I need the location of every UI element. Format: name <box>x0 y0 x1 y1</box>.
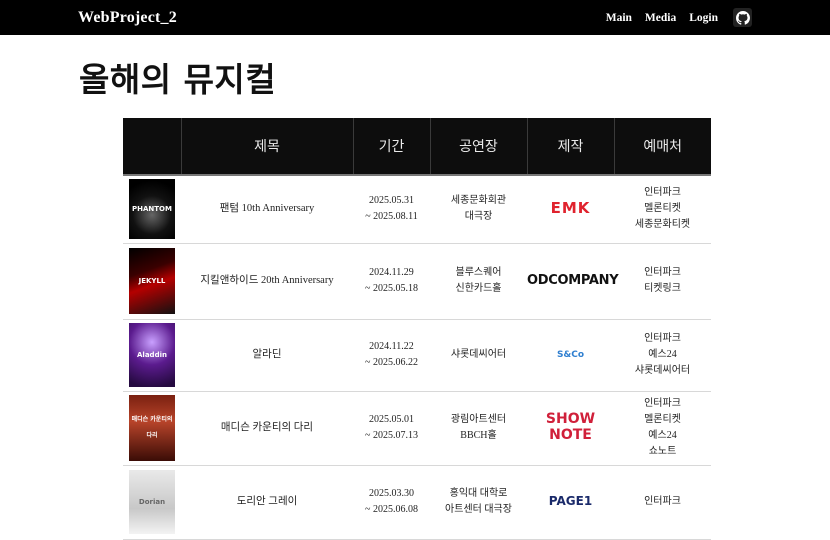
musical-title: 지킬앤하이드 20th Anniversary <box>181 243 353 320</box>
venue-cell: 샤롯데씨어터 <box>430 319 527 392</box>
ticket-vendor[interactable]: 티켓링크 <box>614 281 711 297</box>
period-end: ~ 2025.05.18 <box>365 283 418 294</box>
producer-logo-shownote: SHOW NOTE <box>545 411 596 443</box>
venue-line: 샤롯데씨어터 <box>450 349 507 360</box>
musical-title: 도리안 그레이 <box>181 465 353 540</box>
period-cell: 2025.03.30 ~ 2025.06.08 <box>353 465 430 540</box>
musical-table: 제목 기간 공연장 제작 예매처 PHANTOM 팬텀 10th Anniver… <box>123 118 711 540</box>
poster-image[interactable]: Aladdin <box>129 323 175 387</box>
period-end: ~ 2025.06.08 <box>365 504 418 515</box>
poster-image[interactable]: 매디슨 카운티의 다리 <box>129 395 175 461</box>
tickets-cell: 인터파크 멜론티켓 세종문화티켓 <box>614 175 711 244</box>
producer-cell: EMK <box>527 175 614 244</box>
table-row: Dorian 도리안 그레이 2025.03.30 ~ 2025.06.08 홍… <box>123 465 711 540</box>
ticket-vendor[interactable]: 샤롯데씨어터 <box>614 363 711 379</box>
period-end: ~ 2025.07.13 <box>365 430 418 441</box>
poster-image[interactable]: Dorian <box>129 470 175 534</box>
page-title: 올해의 뮤지컬 <box>79 60 277 99</box>
period-cell: 2024.11.29 ~ 2025.05.18 <box>353 243 430 320</box>
ticket-vendor[interactable]: 예스24 <box>614 428 711 444</box>
period-start: 2025.05.31 <box>369 195 414 207</box>
producer-cell: S&Co <box>527 319 614 392</box>
producer-cell: SHOW NOTE <box>527 391 614 466</box>
poster-text: JEKYLL <box>138 277 166 285</box>
poster-text: PHANTOM <box>132 205 172 214</box>
tickets-cell: 인터파크 예스24 샤롯데씨어터 <box>614 319 711 392</box>
nav-link-login[interactable]: Login <box>689 12 718 24</box>
venue-line: 광림아트센터 <box>450 414 507 425</box>
ticket-vendor[interactable]: 인터파크 <box>614 331 711 347</box>
poster-text: Dorian <box>138 498 166 506</box>
tickets-cell: 인터파크 티켓링크 <box>614 243 711 320</box>
venue-cell: 세종문화회관 대극장 <box>430 175 527 244</box>
period-cell: 2025.05.01 ~ 2025.07.13 <box>353 391 430 466</box>
producer-cell: ODCOMPANY <box>527 243 619 320</box>
ticket-vendor[interactable]: 인터파크 <box>614 185 711 201</box>
venue-line: BBCH홀 <box>460 430 497 441</box>
navbar: WebProject_2 Main Media Login <box>0 0 830 35</box>
poster-image[interactable]: JEKYLL <box>129 248 175 314</box>
venue-cell: 블루스퀘어 신한카드홀 <box>430 243 527 320</box>
period-cell: 2024.11.22 ~ 2025.06.22 <box>353 319 430 392</box>
period-end: ~ 2025.08.11 <box>365 211 418 223</box>
github-icon[interactable] <box>733 8 752 27</box>
header-poster <box>123 118 181 176</box>
poster-text: Aladdin <box>137 351 167 359</box>
producer-cell: PAGE1 <box>527 465 614 540</box>
venue-line: 블루스퀘어 <box>455 267 502 278</box>
venue-line: 신한카드홀 <box>455 283 502 294</box>
brand-logo[interactable]: WebProject_2 <box>78 9 177 27</box>
period-start: 2025.03.30 <box>369 488 414 499</box>
producer-logo-emk: EMK <box>550 198 591 217</box>
venue-line: 세종문화회관 <box>450 195 507 207</box>
period-start: 2024.11.29 <box>369 267 414 278</box>
ticket-vendor[interactable]: 쇼노트 <box>614 444 711 460</box>
poster-text: 매디슨 카운티의 다리 <box>131 416 173 439</box>
venue-line: 홍익대 대학로 <box>449 488 508 499</box>
venue-cell: 홍익대 대학로 아트센터 대극장 <box>430 465 527 540</box>
period-start: 2025.05.01 <box>369 414 414 425</box>
nav-links: Main Media Login <box>606 8 752 27</box>
table-row: JEKYLL 지킬앤하이드 20th Anniversary 2024.11.2… <box>123 243 711 320</box>
producer-logo-page1: PAGE1 <box>548 494 593 508</box>
ticket-vendor[interactable]: 세종문화티켓 <box>614 217 711 233</box>
producer-logo-odcompany: ODCOMPANY <box>527 272 619 288</box>
producer-logo-saco: S&Co <box>556 350 585 360</box>
poster-image[interactable]: PHANTOM <box>129 179 175 240</box>
musical-title: 알라딘 <box>181 319 353 392</box>
header-tickets: 예매처 <box>613 118 711 176</box>
period-end: ~ 2025.06.22 <box>365 357 418 368</box>
table-row: PHANTOM 팬텀 10th Anniversary 2025.05.31 ~… <box>123 175 711 244</box>
header-producer: 제작 <box>526 118 614 176</box>
table-row: 매디슨 카운티의 다리 매디슨 카운티의 다리 2025.05.01 ~ 202… <box>123 391 711 466</box>
ticket-vendor[interactable]: 인터파크 <box>614 396 711 412</box>
ticket-vendor[interactable]: 인터파크 <box>614 494 711 510</box>
ticket-vendor[interactable]: 멜론티켓 <box>614 412 711 428</box>
tickets-cell: 인터파크 멜론티켓 예스24 쇼노트 <box>614 391 711 466</box>
nav-link-media[interactable]: Media <box>645 12 676 24</box>
venue-line: 아트센터 대극장 <box>445 504 512 515</box>
venue-line: 대극장 <box>464 211 493 223</box>
musical-title: 팬텀 10th Anniversary <box>181 175 353 244</box>
venue-cell: 광림아트센터 BBCH홀 <box>430 391 527 466</box>
header-venue: 공연장 <box>429 118 527 176</box>
header-title: 제목 <box>180 118 353 176</box>
musical-table-wrapper: 제목 기간 공연장 제작 예매처 PHANTOM 팬텀 10th Anniver… <box>123 118 711 540</box>
table-header-row: 제목 기간 공연장 제작 예매처 <box>123 118 711 176</box>
period-cell: 2025.05.31 ~ 2025.08.11 <box>353 175 430 244</box>
ticket-vendor[interactable]: 인터파크 <box>614 265 711 281</box>
ticket-vendor[interactable]: 예스24 <box>614 347 711 363</box>
period-start: 2024.11.22 <box>369 341 414 352</box>
tickets-cell: 인터파크 <box>614 465 711 540</box>
musical-title: 매디슨 카운티의 다리 <box>181 391 353 466</box>
nav-link-main[interactable]: Main <box>606 12 632 24</box>
header-period: 기간 <box>352 118 430 176</box>
ticket-vendor[interactable]: 멜론티켓 <box>614 201 711 217</box>
table-row: Aladdin 알라딘 2024.11.22 ~ 2025.06.22 샤롯데씨… <box>123 319 711 392</box>
